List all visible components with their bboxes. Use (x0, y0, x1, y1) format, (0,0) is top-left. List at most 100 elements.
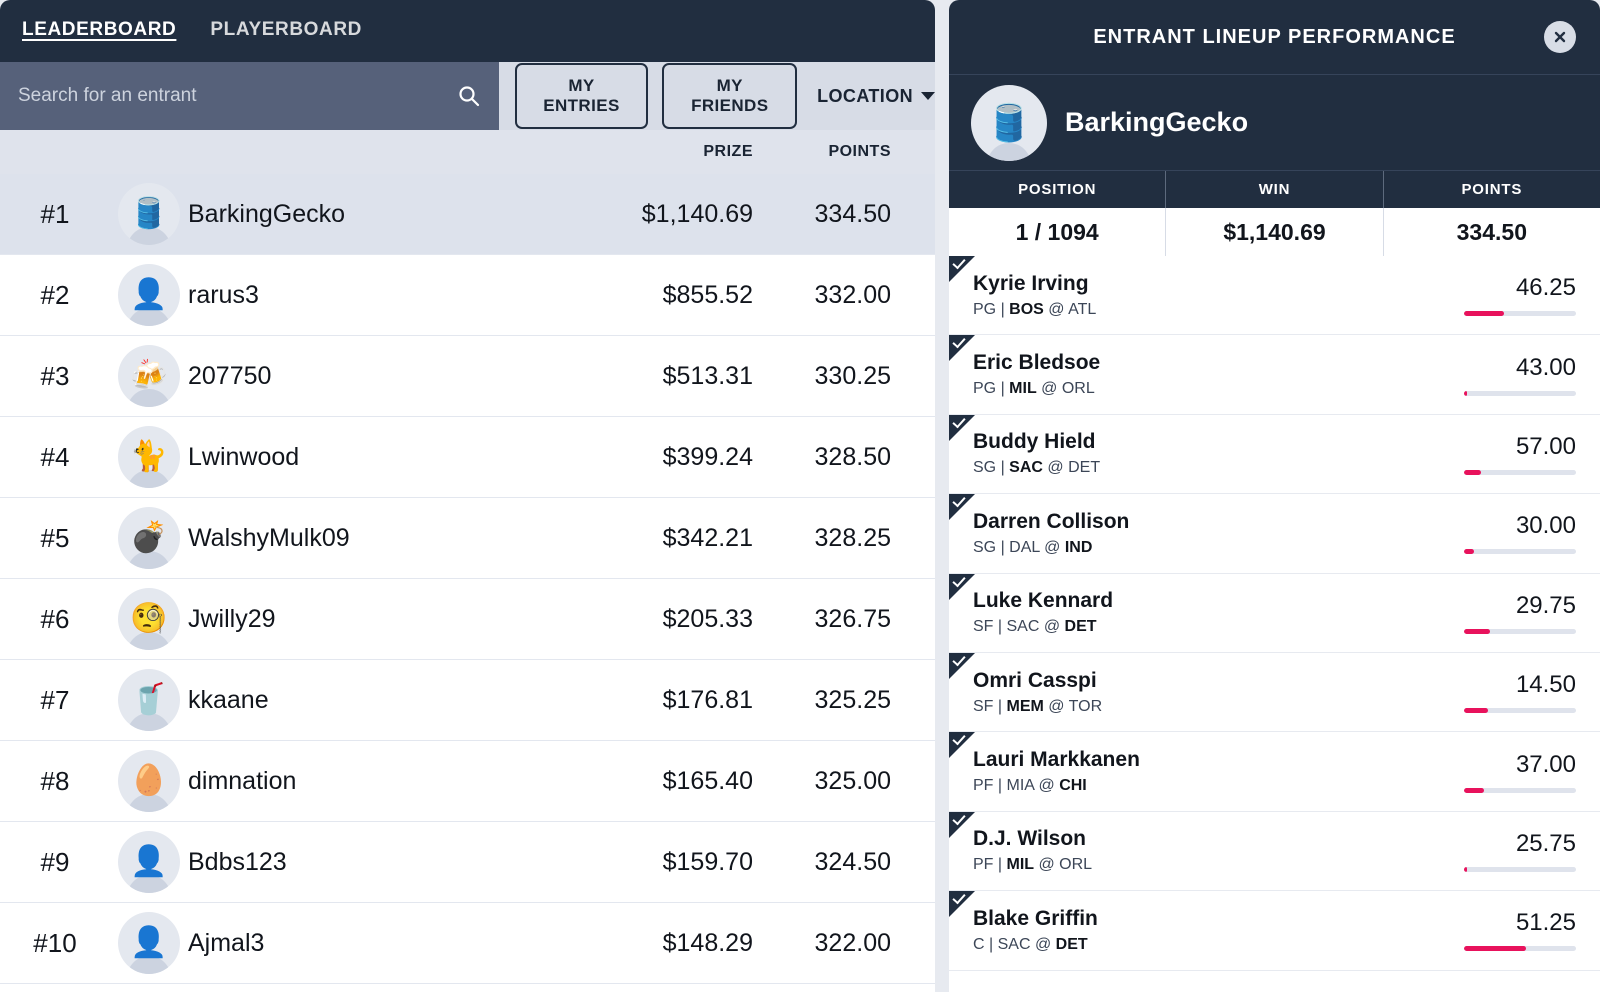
lineup-player-row[interactable]: Darren Collison SG | DAL @ IND 30.00 (949, 493, 1600, 574)
player-info: Luke Kennard SF | SAC @ DET (973, 589, 1113, 636)
player-score: 29.75 (1515, 591, 1576, 619)
photo-avatar: 👤 (118, 264, 180, 326)
animal-photo-avatar: 🐈 (118, 426, 180, 488)
row-avatar-cell: 🧐 (110, 588, 188, 650)
avatar-glyph: 🧐 (130, 602, 168, 635)
avatar-glyph: 🛢️ (130, 197, 168, 230)
stat-value-position: 1 / 1094 (949, 208, 1167, 256)
close-icon[interactable] (1544, 21, 1576, 53)
table-row[interactable]: #8 🥚 dimnation $165.40 325.00 (0, 741, 935, 822)
player-info: Kyrie Irving PG | BOS @ ATL (973, 272, 1096, 319)
location-dropdown[interactable]: LOCATION (811, 86, 935, 107)
table-row[interactable]: #2 👤 rarus3 $855.52 332.00 (0, 255, 935, 336)
table-row[interactable]: #4 🐈 Lwinwood $399.24 328.50 (0, 417, 935, 498)
player-progress-fill (1464, 549, 1475, 555)
row-rank: #6 (40, 603, 70, 634)
lineup-player-row[interactable]: Buddy Hield SG | SAC @ DET 57.00 (949, 414, 1600, 495)
search-input[interactable] (18, 85, 457, 107)
search-icon[interactable] (457, 84, 481, 108)
row-avatar-cell: 🐈 (110, 426, 188, 488)
tab-leaderboard[interactable]: LEADERBOARD (22, 19, 176, 43)
row-username: Ajmal3 (188, 928, 265, 957)
row-points: 334.50 (814, 199, 891, 228)
player-progress-fill (1464, 311, 1505, 317)
row-prize: $1,140.69 (641, 199, 753, 228)
row-rank: #10 (33, 927, 77, 958)
avatar-glyph: 🥤 (130, 683, 168, 716)
player-score-area: 14.50 (1464, 671, 1600, 714)
stat-value-win: $1,140.69 (1166, 208, 1384, 256)
row-avatar-cell: 🥚 (110, 750, 188, 812)
avatar-shoulders (987, 142, 1031, 161)
player-name: D.J. Wilson (973, 827, 1086, 851)
table-row[interactable]: #9 👤 Bdbs123 $159.70 324.50 (0, 822, 935, 903)
row-prize: $342.21 (662, 523, 753, 552)
player-score-area: 25.75 (1464, 830, 1600, 872)
lineup-player-row[interactable]: D.J. Wilson PF | MIL @ ORL 25.75 (949, 811, 1600, 892)
table-row[interactable]: #7 🥤 kkaane $176.81 325.25 (0, 660, 935, 741)
app-root: LEADERBOARD PLAYERBOARD MY ENTRIES MY FR… (0, 0, 1600, 992)
row-username: WalshyMulk09 (188, 523, 350, 552)
player-score: 25.75 (1515, 829, 1576, 857)
row-points: 325.00 (814, 766, 891, 795)
row-avatar-cell: 🥤 (110, 669, 188, 731)
tab-playerboard[interactable]: PLAYERBOARD (210, 19, 362, 43)
lineup-player-row[interactable]: Luke Kennard SF | SAC @ DET 29.75 (949, 573, 1600, 653)
player-name: Eric Bledsoe (973, 351, 1101, 375)
egg-avatar: 🥚 (118, 750, 180, 812)
column-header-points: POINTS (828, 143, 891, 160)
row-points: 332.00 (814, 280, 891, 309)
my-friends-button[interactable]: MY FRIENDS (662, 63, 798, 129)
table-row[interactable]: #1 🛢️ BarkingGecko $1,140.69 334.50 (0, 174, 935, 255)
player-progress-bar (1464, 708, 1576, 714)
row-username: Lwinwood (188, 442, 300, 471)
row-username: dimnation (188, 766, 297, 795)
leaderboard-toolbar: MY ENTRIES MY FRIENDS LOCATION (0, 62, 935, 130)
player-progress-bar (1464, 549, 1576, 555)
player-score-area: 51.25 (1464, 909, 1600, 952)
player-progress-fill (1464, 390, 1468, 396)
panel-title-bar: ENTRANT LINEUP PERFORMANCE (949, 0, 1600, 74)
entrant-avatar: 🛢️ (971, 84, 1047, 161)
player-info: Blake Griffin C | SAC @ DET (973, 907, 1098, 954)
search-field-wrapper[interactable] (0, 62, 499, 130)
table-row[interactable]: #10 👤 Ajmal3 $148.29 322.00 (0, 903, 935, 984)
row-prize: $855.52 (662, 280, 753, 309)
column-header-prize: PRIZE (703, 143, 753, 160)
row-avatar-cell: 🛢️ (110, 183, 188, 245)
my-entries-button[interactable]: MY ENTRIES (514, 63, 649, 129)
lineup-player-row[interactable]: Kyrie Irving PG | BOS @ ATL 46.25 (949, 256, 1600, 336)
row-avatar-cell: 👤 (110, 831, 188, 893)
stat-header-position: POSITION (949, 171, 1167, 208)
table-row[interactable]: #5 💣 WalshyMulk09 $342.21 328.25 (0, 498, 935, 579)
player-progress-fill (1464, 866, 1468, 872)
player-name: Luke Kennard (973, 589, 1114, 613)
lineup-player-row[interactable]: Blake Griffin C | SAC @ DET 51.25 (949, 890, 1600, 971)
row-avatar-cell: 👤 (110, 264, 188, 326)
bomb-avatar: 💣 (118, 507, 180, 569)
player-score: 46.25 (1515, 274, 1576, 302)
player-matchup: PG | MIL @ ORL (973, 380, 1095, 398)
player-info: Omri Casspi SF | MEM @ TOR (973, 669, 1102, 716)
player-info: Lauri Markkanen PF | MIA @ CHI (973, 748, 1140, 795)
table-row[interactable]: #3 🍻 207750 $513.31 330.25 (0, 336, 935, 417)
lineup-player-row[interactable]: Omri Casspi SF | MEM @ TOR 14.50 (949, 652, 1600, 733)
player-score: 57.00 (1515, 432, 1576, 460)
row-prize: $165.40 (662, 766, 753, 795)
row-username: Bdbs123 (188, 847, 287, 876)
row-points: 322.00 (814, 928, 891, 957)
player-matchup: C | SAC @ DET (973, 935, 1088, 953)
player-matchup: SG | DAL @ IND (973, 538, 1093, 556)
table-row[interactable]: #6 🧐 Jwilly29 $205.33 326.75 (0, 579, 935, 660)
player-name: Darren Collison (973, 509, 1130, 533)
row-points: 324.50 (814, 847, 891, 876)
row-prize: $159.70 (662, 847, 753, 876)
monocle-face-avatar: 🧐 (118, 588, 180, 650)
lineup-player-row[interactable]: Eric Bledsoe PG | MIL @ ORL 43.00 (949, 335, 1600, 415)
avatar-glyph: 🐈 (130, 440, 168, 473)
player-info: Darren Collison SG | DAL @ IND (973, 510, 1129, 557)
player-info: D.J. Wilson PF | MIL @ ORL (973, 827, 1092, 874)
oil-drum-icon: 🛢️ (986, 101, 1032, 143)
entrant-lineup-panel: ENTRANT LINEUP PERFORMANCE 🛢️ BarkingGec… (949, 0, 1600, 992)
lineup-player-row[interactable]: Lauri Markkanen PF | MIA @ CHI 37.00 (949, 732, 1600, 812)
